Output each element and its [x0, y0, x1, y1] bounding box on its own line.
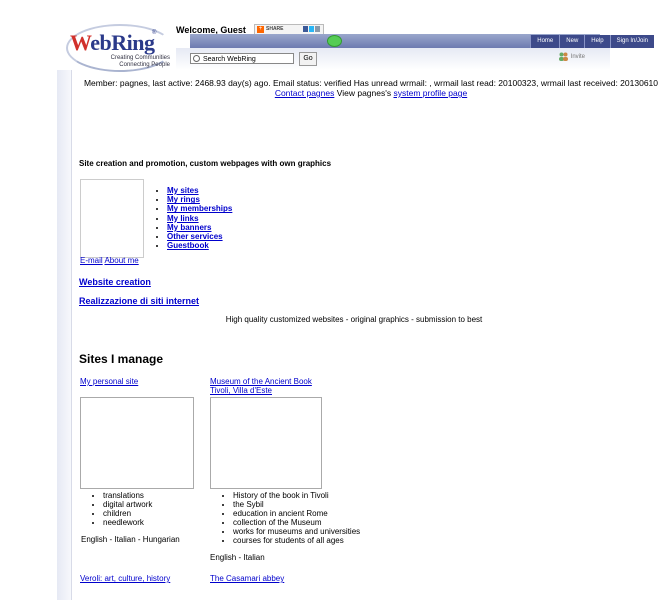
my-sites-link[interactable]: My sites [167, 186, 199, 195]
about-me-link[interactable]: About me [104, 256, 138, 265]
menu-item: My banners [167, 223, 232, 232]
profile-links: E-mail About me [80, 256, 139, 265]
plus-icon: + [257, 26, 264, 33]
contact-link[interactable]: Contact pagnes [275, 88, 335, 98]
go-button[interactable]: Go [299, 52, 317, 66]
search-icon [193, 55, 200, 62]
site-topic-list: History of the book in Tivoli the Sybil … [220, 491, 360, 546]
menu-item: Guestbook [167, 241, 232, 250]
email-icon [315, 26, 320, 32]
system-profile-link[interactable]: system profile page [393, 88, 467, 98]
tab-help[interactable]: Help [584, 35, 610, 48]
chat-bubble-icon[interactable] [327, 35, 342, 47]
site-thumbnail[interactable] [80, 397, 194, 489]
twitter-icon [309, 26, 314, 32]
list-item: digital artwork [103, 500, 152, 509]
list-item: needlework [103, 518, 152, 527]
other-services-link[interactable]: Other services [167, 232, 223, 241]
profile-headline: Site creation and promotion, custom webp… [79, 159, 332, 168]
site-link-casamari[interactable]: The Casamari abbey [210, 574, 284, 583]
menu-item: My sites [167, 186, 232, 195]
logo-wordmark: WebRing [70, 30, 155, 55]
website-creation-link[interactable]: Website creation [79, 277, 151, 287]
left-sidebar-strip [57, 70, 72, 600]
list-item: children [103, 509, 152, 518]
list-item: History of the book in Tivoli [233, 491, 360, 500]
invite-link[interactable]: Invite [558, 52, 585, 61]
facebook-icon [303, 26, 308, 32]
promo-text: High quality customized websites - origi… [225, 315, 483, 324]
menu-item: Other services [167, 232, 232, 241]
site-languages: English - Italian [210, 553, 265, 562]
tab-sign-in-join[interactable]: Sign In/Join [609, 35, 654, 48]
site-languages: English - Italian - Hungarian [81, 535, 180, 544]
logo-tagline: Creating Communities Connecting People [110, 55, 170, 68]
tab-home[interactable]: Home [530, 35, 560, 48]
list-item: courses for students of all ages [233, 536, 360, 545]
site-thumbnail[interactable] [210, 397, 322, 489]
my-memberships-link[interactable]: My memberships [167, 204, 232, 213]
my-banners-link[interactable]: My banners [167, 223, 211, 232]
list-item: collection of the Museum [233, 518, 360, 527]
menu-item: My rings [167, 195, 232, 204]
tab-new[interactable]: New [559, 35, 585, 48]
site-topic-list: translations digital artwork children ne… [90, 491, 152, 527]
sites-heading: Sites I manage [79, 352, 164, 366]
nav-tabs: Home New Help Sign In/Join [530, 35, 654, 48]
guestbook-link[interactable]: Guestbook [167, 241, 209, 250]
email-link[interactable]: E-mail [80, 256, 103, 265]
list-item: translations [103, 491, 152, 500]
logo-registered-mark: ® [152, 30, 157, 36]
my-links-link[interactable]: My links [167, 214, 199, 223]
menu-item: My links [167, 214, 232, 223]
menu-item: My memberships [167, 204, 232, 213]
site-link-museum[interactable]: Museum of the Ancient Book Tivoli, Villa … [210, 377, 312, 395]
profile-photo [80, 179, 144, 258]
member-status: Member: pagnes, last active: 2468.93 day… [83, 78, 659, 98]
my-rings-link[interactable]: My rings [167, 195, 200, 204]
list-item: education in ancient Rome [233, 509, 360, 518]
webring-logo[interactable]: WebRing ® Creating Communities Connectin… [66, 24, 176, 72]
people-icon [559, 52, 568, 61]
list-item: works for museums and universities [233, 527, 360, 536]
profile-menu: My sites My rings My memberships My link… [156, 186, 232, 250]
site-link-personal[interactable]: My personal site [80, 377, 138, 386]
search-input[interactable]: Search WebRing [190, 53, 294, 64]
realizzazione-link[interactable]: Realizzazione di siti internet [79, 296, 199, 306]
list-item: the Sybil [233, 500, 360, 509]
site-link-veroli[interactable]: Veroli: art, culture, history [80, 574, 170, 583]
